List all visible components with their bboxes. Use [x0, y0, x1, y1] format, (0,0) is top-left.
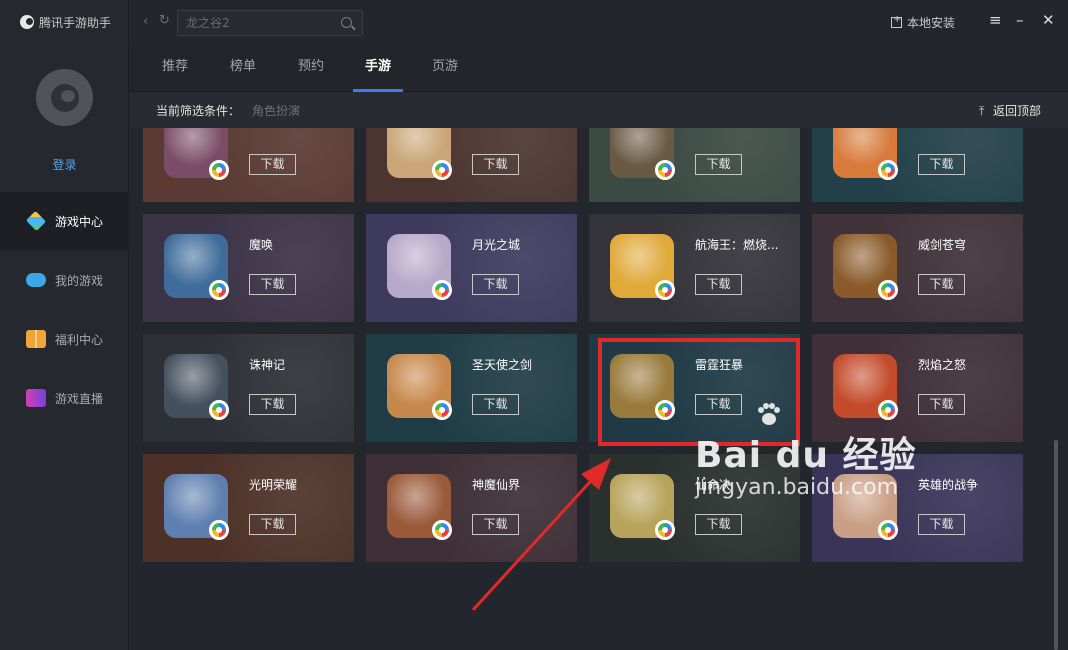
tencent-badge-icon [209, 160, 229, 180]
tencent-badge-icon [209, 520, 229, 540]
gift-icon [26, 330, 46, 348]
top-bar: ‹ ↻ 本地安装 ≡ – ✕ [129, 0, 1068, 44]
sidebar-item-my-games[interactable]: 我的游戏 [0, 251, 129, 309]
game-center-icon [25, 210, 47, 232]
tab-web-games[interactable]: 页游 [427, 44, 463, 92]
game-card[interactable]: 下载 [143, 128, 354, 202]
tab-mobile-games[interactable]: 手游 [353, 44, 403, 92]
arrow-up-icon: ⤒ [978, 104, 985, 118]
game-grid: 下载 下载 下载 下载 魔唤 下载 月光之城 下载 航海王：燃烧... 下载 威剑苍穹 下载 诛神记 下载… [129, 128, 1068, 650]
game-name: 航海王：燃烧... [695, 238, 779, 252]
watermark-url: jingyan.baidu.com [695, 475, 899, 500]
game-card[interactable]: 威剑苍穹 下载 [812, 214, 1023, 322]
game-name: 圣天使之剑 [472, 358, 533, 372]
tab-ranking[interactable]: 榜单 [225, 44, 261, 92]
tencent-badge-icon [432, 400, 452, 420]
sidebar-item-game-center[interactable]: 游戏中心 [0, 192, 129, 250]
filter-value[interactable]: 角色扮演 [252, 102, 300, 119]
tencent-badge-icon [432, 160, 452, 180]
app-window: 腾讯手游助手 登录 游戏中心 我的游戏 福利中心 游戏直播 ‹ ↻ 龙之谷2 +… [0, 0, 1068, 650]
download-button[interactable]: 下载 [695, 154, 742, 175]
tab-reserve[interactable]: 预约 [293, 44, 329, 92]
filter-label: 当前筛选条件： [156, 104, 241, 118]
download-button[interactable]: 下载 [249, 394, 296, 415]
download-button[interactable]: 下载 [472, 274, 519, 295]
download-button[interactable]: 下载 [249, 514, 296, 535]
local-install-button[interactable]: 本地安装 [891, 14, 955, 31]
minimize-icon[interactable]: – [1016, 11, 1024, 29]
pointer-arrow [471, 458, 611, 612]
tencent-badge-icon [655, 520, 675, 540]
download-button[interactable]: 下载 [918, 274, 965, 295]
back-arrow-icon[interactable]: ‹ [143, 14, 148, 29]
game-card[interactable]: 下载 [812, 128, 1023, 202]
game-name: 烈焰之怒 [918, 358, 967, 372]
tencent-badge-icon [878, 160, 898, 180]
game-card[interactable]: 圣天使之剑 下载 [366, 334, 577, 442]
tab-recommend[interactable]: 推荐 [157, 44, 193, 92]
sidebar-item-label: 我的游戏 [55, 273, 104, 288]
avatar-placeholder-icon [50, 83, 79, 112]
download-button[interactable]: 下载 [695, 514, 742, 535]
tencent-badge-icon [655, 280, 675, 300]
download-button[interactable]: 下载 [695, 274, 742, 295]
sidebar-item-live[interactable]: 游戏直播 [0, 369, 129, 427]
watermark-brand: Bai du 经验 [695, 435, 917, 476]
tencent-badge-icon [209, 280, 229, 300]
game-name: 威剑苍穹 [918, 238, 967, 252]
tencent-badge-icon [209, 400, 229, 420]
back-to-top-button[interactable]: ⤒ 返回顶部 [979, 102, 1041, 119]
game-card[interactable]: 月光之城 下载 [366, 214, 577, 322]
game-card[interactable]: 航海王：燃烧... 下载 [589, 214, 800, 322]
tencent-badge-icon [432, 280, 452, 300]
download-button[interactable]: 下载 [249, 154, 296, 175]
search-icon[interactable] [341, 17, 352, 28]
sidebar: 腾讯手游助手 登录 游戏中心 我的游戏 福利中心 游戏直播 [0, 0, 129, 650]
local-install-icon [891, 14, 902, 28]
app-title: 腾讯手游助手 [39, 15, 112, 30]
login-link[interactable]: 登录 [0, 156, 129, 173]
scrollbar[interactable] [1054, 440, 1058, 650]
game-name: 诛神记 [249, 358, 286, 372]
tencent-badge-icon [432, 520, 452, 540]
game-card[interactable]: 魔唤 下载 [143, 214, 354, 322]
filter-bar: 当前筛选条件： 角色扮演 ⤒ 返回顶部 [129, 92, 1068, 128]
download-button[interactable]: 下载 [918, 514, 965, 535]
close-icon[interactable]: ✕ [1042, 11, 1055, 29]
baidu-watermark: Bai du 经验 jingyan.baidu.com [695, 400, 935, 510]
download-button[interactable]: 下载 [472, 154, 519, 175]
category-tabs: 推荐 榜单 预约 手游 页游 [129, 44, 1068, 92]
game-name: 月光之城 [472, 238, 521, 252]
local-install-label: 本地安装 [907, 16, 956, 30]
download-button[interactable]: 下载 [249, 274, 296, 295]
tencent-badge-icon [878, 520, 898, 540]
sidebar-item-label: 游戏中心 [55, 214, 104, 229]
app-logo-icon [20, 15, 34, 29]
sidebar-item-label: 福利中心 [55, 332, 104, 347]
baidu-paw-icon [758, 403, 780, 425]
menu-icon[interactable]: ≡ [989, 11, 1002, 29]
game-name: 光明荣耀 [249, 478, 298, 492]
tencent-badge-icon [878, 280, 898, 300]
live-icon [26, 389, 46, 407]
search-input[interactable] [178, 11, 338, 35]
arrow-shaft [471, 470, 601, 612]
game-card[interactable]: 下载 [366, 128, 577, 202]
refresh-icon[interactable]: ↻ [159, 13, 170, 28]
tencent-badge-icon [655, 160, 675, 180]
search-box [177, 10, 363, 36]
game-card[interactable]: 诛神记 下载 [143, 334, 354, 442]
app-brand: 腾讯手游助手 [20, 12, 111, 32]
game-card[interactable]: 下载 [589, 128, 800, 202]
avatar[interactable] [36, 69, 93, 126]
sidebar-item-label: 游戏直播 [55, 391, 104, 406]
back-to-top-label: 返回顶部 [992, 104, 1041, 118]
download-button[interactable]: 下载 [918, 154, 965, 175]
sidebar-item-welfare[interactable]: 福利中心 [0, 310, 129, 368]
game-name: 魔唤 [249, 238, 274, 252]
game-card[interactable]: 光明荣耀 下载 [143, 454, 354, 562]
gamepad-icon [26, 273, 46, 287]
download-button[interactable]: 下载 [472, 394, 519, 415]
